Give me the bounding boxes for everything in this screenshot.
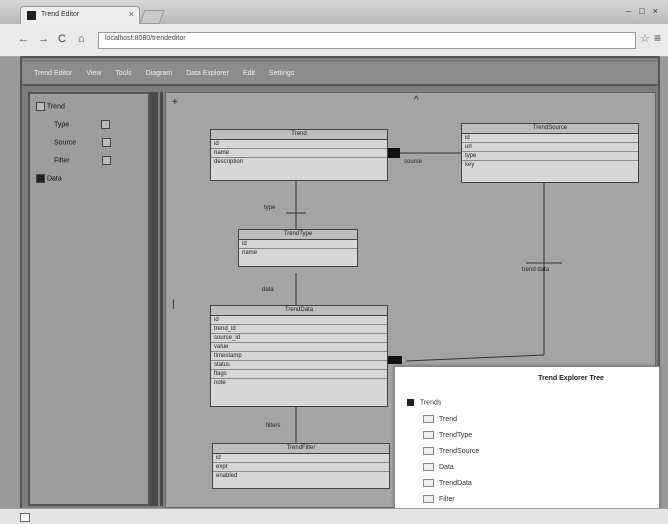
entity-title: Trend: [211, 130, 387, 140]
tree-panel[interactable]: Trend Explorer Tree Trends Trend TrendTy…: [394, 366, 660, 518]
home-icon[interactable]: ⌂: [78, 33, 85, 45]
table-icon: [423, 447, 434, 455]
new-tab-button[interactable]: [139, 10, 165, 24]
tree-item[interactable]: Trend: [423, 415, 457, 423]
link-label: trend data: [522, 267, 550, 273]
minimize-icon[interactable]: –: [626, 6, 631, 16]
tree-item[interactable]: TrendType: [423, 431, 472, 439]
entity-field: description: [214, 159, 244, 165]
entity-title: TrendSource: [462, 124, 638, 134]
status-bar: [0, 508, 668, 524]
entity-field: enabled: [216, 473, 238, 479]
entity-field: id: [213, 454, 389, 463]
tab-title: Trend Editor: [41, 11, 80, 18]
splitter-handle[interactable]: [150, 92, 158, 506]
entity-field: flags: [211, 370, 387, 379]
tree-item[interactable]: TrendData: [423, 479, 472, 487]
table-icon: [423, 431, 434, 439]
entity-field: trend_id: [211, 325, 387, 334]
menu-item-data-explorer[interactable]: Data Explorer: [186, 70, 229, 77]
tree-item[interactable]: TrendSource: [423, 447, 479, 455]
link-label: type: [264, 205, 276, 211]
forward-icon[interactable]: →: [38, 33, 49, 45]
entity-field: name: [242, 250, 258, 256]
entity-field: source_id: [211, 334, 387, 343]
entity-field: status: [211, 361, 387, 370]
browser-tab[interactable]: Trend Editor ×: [20, 6, 140, 25]
table-icon: [423, 495, 434, 503]
checkbox-icon[interactable]: [101, 120, 111, 129]
left-row-type[interactable]: Type: [54, 120, 111, 129]
entity-field: expr: [213, 463, 389, 472]
left-row-data[interactable]: Data: [36, 174, 62, 183]
left-row-filter[interactable]: Filter: [54, 156, 111, 165]
browser-menu-icon[interactable]: ≡: [654, 31, 661, 45]
entity-title: TrendType: [239, 230, 357, 240]
entity-trend-type[interactable]: TrendType id name: [238, 229, 358, 267]
entity-title: TrendData: [211, 306, 387, 316]
entity-field: id: [239, 240, 357, 249]
window-controls: – □ ×: [626, 6, 658, 16]
browser-titlebar: Trend Editor × – □ ×: [0, 0, 668, 25]
status-icon: [20, 513, 30, 522]
entity-field: value: [211, 343, 387, 352]
close-window-icon[interactable]: ×: [653, 6, 658, 16]
tree-root-icon: [407, 399, 414, 406]
tab-close-icon[interactable]: ×: [129, 9, 134, 19]
entity-trend[interactable]: Trend id name description: [210, 129, 388, 181]
tree-panel-title: Trend Explorer Tree: [538, 375, 604, 382]
entity-field: key: [465, 162, 475, 168]
address-bar[interactable]: localhost:8080/trendeditor: [98, 32, 636, 49]
table-icon: [423, 415, 434, 423]
table-icon: [423, 463, 434, 471]
table-icon: [423, 479, 434, 487]
link-label: data: [262, 287, 274, 293]
checkbox-icon[interactable]: [36, 102, 45, 111]
entity-field: note: [214, 380, 226, 386]
splitter-line: [160, 92, 163, 506]
checkbox-icon[interactable]: [102, 138, 112, 147]
tab-favicon-icon: [27, 11, 36, 20]
address-text: localhost:8080/trendeditor: [105, 35, 186, 42]
left-row-source[interactable]: Source: [54, 138, 112, 147]
menu-item-tools[interactable]: Tools: [115, 70, 131, 77]
entity-trend-source[interactable]: TrendSource id url type key: [461, 123, 639, 183]
bookmark-star-icon[interactable]: ☆: [640, 32, 650, 45]
entity-field: id: [211, 316, 387, 325]
entity-field: timestamp: [211, 352, 387, 361]
tree-root[interactable]: Trends: [407, 399, 441, 406]
maximize-icon[interactable]: □: [639, 6, 644, 16]
link-label: source: [404, 159, 423, 165]
entity-field: id: [211, 140, 387, 149]
checkbox-icon[interactable]: [101, 156, 111, 165]
entity-field: url: [462, 143, 638, 152]
entity-trend-filter[interactable]: TrendFilter id expr enabled: [212, 443, 390, 489]
menu-item-settings[interactable]: Settings: [269, 70, 294, 77]
entity-title: TrendFilter: [213, 444, 389, 454]
app-menubar: Trend Editor View Tools Diagram Data Exp…: [22, 62, 658, 86]
back-icon[interactable]: ←: [18, 33, 29, 45]
left-panel: Trend Type Source Filter Data: [28, 92, 150, 506]
browser-toolbar: ← → C ⌂ localhost:8080/trendeditor ☆ ≡: [0, 24, 668, 57]
menu-item-trend-editor[interactable]: Trend Editor: [34, 70, 72, 77]
entity-trend-data[interactable]: TrendData id trend_id source_id value ti…: [210, 305, 388, 407]
menu-item-diagram[interactable]: Diagram: [146, 70, 172, 77]
menu-item-edit[interactable]: Edit: [243, 70, 255, 77]
entity-field: id: [462, 134, 638, 143]
entity-field: name: [211, 149, 387, 158]
tree-item[interactable]: Filter: [423, 495, 455, 503]
entity-field: type: [462, 152, 638, 161]
left-row-trend[interactable]: Trend: [36, 102, 65, 111]
tree-item[interactable]: Data: [423, 463, 454, 471]
reload-icon[interactable]: C: [58, 33, 66, 45]
menu-item-view[interactable]: View: [86, 70, 101, 77]
link-label: filters: [266, 423, 281, 429]
checkbox-checked-icon[interactable]: [36, 174, 45, 183]
